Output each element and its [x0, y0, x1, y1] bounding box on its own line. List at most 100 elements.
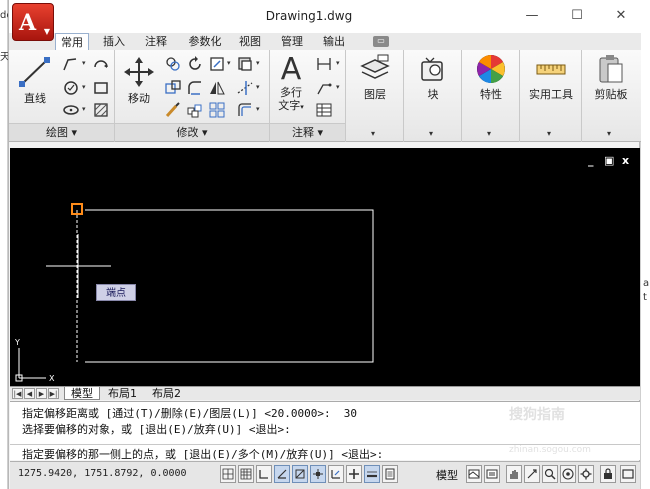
dynamic-input-toggle[interactable] — [346, 465, 362, 483]
status-bar: 1275.9420, 1751.8792, 0.0000 模型 — [10, 461, 640, 489]
panel-modify-title[interactable]: 修改 ▾ — [115, 123, 269, 141]
multiline-text-label-line1: 多行 — [280, 86, 302, 99]
panel-draw-title[interactable]: 绘图 ▾ — [9, 123, 114, 141]
hand-icon — [510, 470, 518, 479]
model-space-label[interactable]: 模型 — [436, 467, 458, 483]
chevron-down-icon[interactable]: ▾ — [256, 83, 260, 91]
chevron-down-icon[interactable]: ▾ — [487, 129, 491, 138]
block-button[interactable]: 块 — [410, 52, 456, 122]
chevron-down-icon: ▾ — [201, 126, 208, 139]
chevron-down-icon[interactable]: ▾ — [82, 59, 86, 67]
tab-insert[interactable]: 插入 — [97, 33, 131, 50]
next-layout-button[interactable]: ▶ — [36, 388, 47, 399]
copy-button[interactable] — [163, 54, 183, 74]
polar-icon — [277, 469, 287, 479]
panel-annotation-title[interactable]: 注释 ▾ — [270, 123, 345, 141]
circle-button[interactable] — [61, 78, 81, 98]
snap-tracking-icon — [313, 469, 323, 479]
utilities-label: 实用工具 — [529, 88, 573, 101]
pan-button[interactable] — [506, 465, 522, 483]
background-window-right: ar t — [640, 0, 650, 489]
ribbon-minimize-toggle[interactable]: ▭ — [373, 36, 389, 47]
ortho-mode-toggle[interactable] — [256, 465, 272, 483]
offset-icon — [238, 103, 251, 116]
previous-layout-button[interactable]: ◀ — [24, 388, 35, 399]
trim-button[interactable] — [207, 54, 227, 74]
polar-tracking-toggle[interactable] — [274, 465, 290, 483]
rectangle-button[interactable] — [91, 78, 111, 98]
grid-array-button[interactable] — [207, 100, 227, 120]
tab-manage[interactable]: 管理 — [275, 33, 309, 50]
snap-mode-toggle[interactable] — [220, 465, 236, 483]
cursor-coordinates: 1275.9420, 1751.8792, 0.0000 — [18, 468, 187, 479]
utilities-button[interactable]: 实用工具 — [524, 52, 578, 122]
chevron-down-icon[interactable]: ▾ — [227, 59, 231, 67]
hatch-button[interactable] — [91, 100, 111, 120]
line-button[interactable]: 直线 — [13, 54, 57, 122]
clean-screen-button[interactable] — [620, 465, 636, 483]
quick-properties-toggle[interactable] — [382, 465, 398, 483]
multiline-text-button[interactable]: A 多行 文字▾ — [272, 54, 310, 122]
chevron-down-icon[interactable]: ▾ — [336, 59, 340, 67]
lineweight-toggle[interactable] — [364, 465, 380, 483]
dynamic-ucs-toggle[interactable] — [328, 465, 344, 483]
tab-parametric[interactable]: 参数化 — [181, 33, 229, 50]
mirror-button[interactable] — [207, 78, 227, 98]
annotation-scale-button[interactable] — [524, 465, 540, 483]
properties-button[interactable]: 特性 — [468, 52, 514, 122]
layout-tab-layout1[interactable]: 布局1 — [102, 387, 143, 400]
tab-annotate[interactable]: 注释 — [139, 33, 173, 50]
workspace-switch-button[interactable] — [578, 465, 594, 483]
close-button[interactable]: ✕ — [603, 6, 639, 26]
layers-button[interactable]: 图层 — [352, 52, 398, 122]
first-layout-button[interactable]: |◀ — [12, 388, 23, 399]
array-button[interactable] — [185, 100, 205, 120]
title-bar: A ▼ Drawing1.dwg — ☐ ✕ — [9, 0, 641, 41]
minimize-button[interactable]: — — [514, 6, 550, 26]
lock-ui-button[interactable] — [600, 465, 616, 483]
application-menu-button[interactable]: A ▼ — [12, 3, 54, 41]
chevron-down-icon[interactable]: ▾ — [256, 59, 260, 67]
table-button[interactable] — [314, 100, 334, 120]
chevron-down-icon[interactable]: ▾ — [607, 129, 611, 138]
chevron-down-icon[interactable]: ▾ — [371, 129, 375, 138]
chevron-down-icon[interactable]: ▾ — [547, 129, 551, 138]
ellipse-button[interactable] — [61, 100, 81, 120]
chevron-down-icon[interactable]: ▾ — [256, 105, 260, 113]
grid-display-toggle[interactable] — [238, 465, 254, 483]
scale-button[interactable] — [163, 100, 183, 120]
steering-wheel-button[interactable] — [560, 465, 576, 483]
stretch-button[interactable] — [163, 78, 183, 98]
tab-home[interactable]: 常用 — [55, 33, 89, 51]
chevron-down-icon[interactable]: ▾ — [82, 83, 86, 91]
tab-view[interactable]: 视图 — [233, 33, 267, 50]
chevron-down-icon[interactable]: ▾ — [82, 105, 86, 113]
quick-view-drawings-button[interactable] — [484, 465, 500, 483]
leader-button[interactable] — [314, 78, 334, 98]
rotate-button[interactable] — [185, 54, 205, 74]
chevron-down-icon[interactable]: ▾ — [429, 129, 433, 138]
array-icon — [187, 104, 202, 118]
maximize-button[interactable]: ☐ — [559, 6, 595, 26]
quick-view-layouts-button[interactable] — [466, 465, 482, 483]
polyline-button[interactable] — [61, 54, 81, 74]
drawing-canvas[interactable]: _ ▣ x Y X 端点 — [10, 148, 640, 386]
layout-tab-layout2[interactable]: 布局2 — [146, 387, 187, 400]
offset-button[interactable] — [235, 100, 255, 120]
layout-tab-model[interactable]: 模型 — [64, 387, 100, 400]
fillet-button[interactable] — [185, 78, 205, 98]
linear-dimension-button[interactable] — [314, 54, 334, 74]
move-button[interactable]: 移动 — [119, 54, 159, 122]
clipboard-button[interactable]: 剪贴板 — [588, 52, 634, 122]
chevron-down-icon[interactable]: ▾ — [336, 83, 340, 91]
extend-button[interactable] — [235, 78, 255, 98]
object-snap-toggle[interactable] — [292, 465, 308, 483]
table-icon — [316, 103, 332, 117]
magnifier-icon — [544, 468, 556, 480]
erase-button[interactable] — [235, 54, 255, 74]
last-layout-button[interactable]: ▶| — [48, 388, 59, 399]
zoom-button[interactable] — [542, 465, 558, 483]
arc-button[interactable] — [91, 54, 111, 74]
object-snap-tracking-toggle[interactable] — [310, 465, 326, 483]
tab-output[interactable]: 输出 — [317, 33, 351, 50]
